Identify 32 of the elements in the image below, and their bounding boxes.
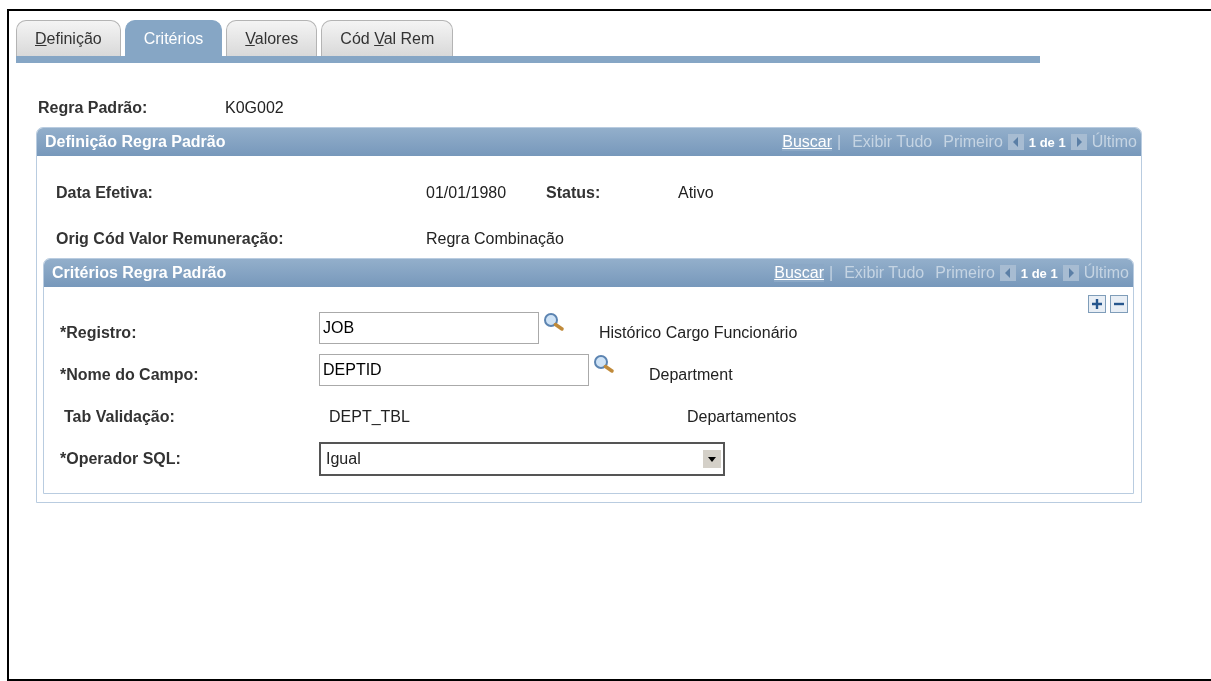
field-label: *Registro: — [60, 324, 138, 342]
input-field[interactable]: DEPTID — [319, 354, 589, 386]
field-label: Status: — [546, 184, 602, 202]
search-icon[interactable] — [593, 354, 615, 374]
field-description: Department — [649, 366, 733, 384]
field-value: 01/01/1980 — [426, 184, 508, 202]
rule-value: K0G002 — [225, 99, 284, 118]
field-label: Orig Cód Valor Remuneração: — [56, 230, 285, 248]
search-icon[interactable] — [543, 312, 565, 332]
separator: | — [837, 133, 842, 151]
separator: | — [829, 264, 834, 282]
field-label: Tab Validação: — [63, 408, 176, 426]
field-value: DEPT_TBL — [328, 408, 411, 426]
page-count: 1 de 1 — [1020, 265, 1058, 281]
rule-label: Regra Padrão: — [38, 99, 149, 118]
field-value: Regra Combinação — [426, 230, 564, 248]
field-label: *Nome do Campo: — [60, 366, 200, 384]
field-description: Departamentos — [687, 408, 797, 426]
add-row-icon[interactable] — [1088, 295, 1106, 313]
tab[interactable]: Valores — [226, 20, 318, 56]
tab[interactable]: Definição — [16, 20, 121, 56]
field-label: Data Efetiva: — [56, 184, 154, 202]
delete-row-icon[interactable] — [1110, 295, 1128, 313]
page-count: 1 de 1 — [1028, 134, 1066, 150]
tab[interactable]: Cód Val Rem — [321, 20, 454, 56]
group-title: Critérios Regra Padrão — [52, 264, 227, 282]
group-title: Definição Regra Padrão — [45, 133, 226, 151]
input-field[interactable]: JOB — [319, 312, 539, 344]
field-label: *Operador SQL: — [60, 450, 182, 468]
field-value: Ativo — [678, 184, 714, 202]
dropdown[interactable]: Igual — [319, 442, 725, 476]
field-description: Histórico Cargo Funcionário — [599, 324, 798, 342]
